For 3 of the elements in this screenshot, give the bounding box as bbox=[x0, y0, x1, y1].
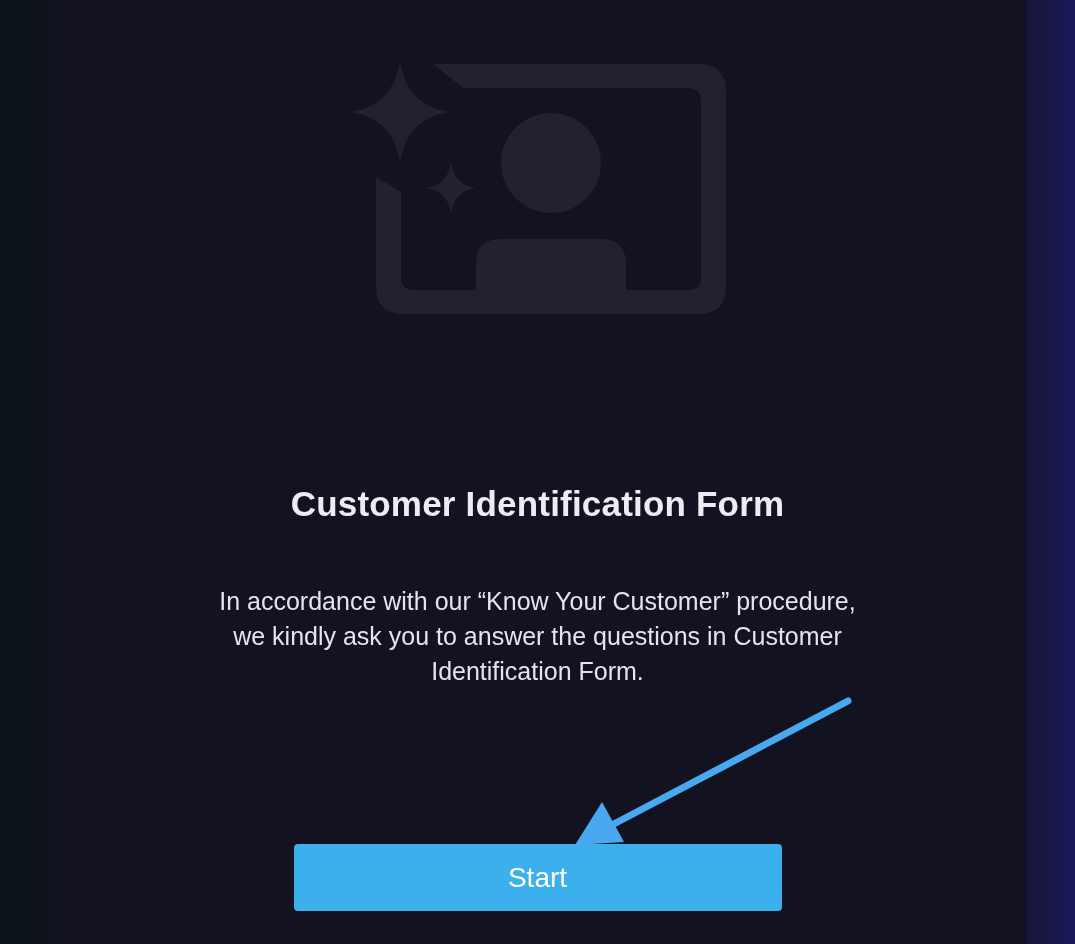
form-title: Customer Identification Form bbox=[290, 484, 785, 524]
start-button[interactable]: Start bbox=[293, 844, 782, 911]
form-description: In accordance with our “Know Your Customer” procedure, we kindly ask you to answer the questions in Customer Identification Form. bbox=[218, 586, 857, 687]
